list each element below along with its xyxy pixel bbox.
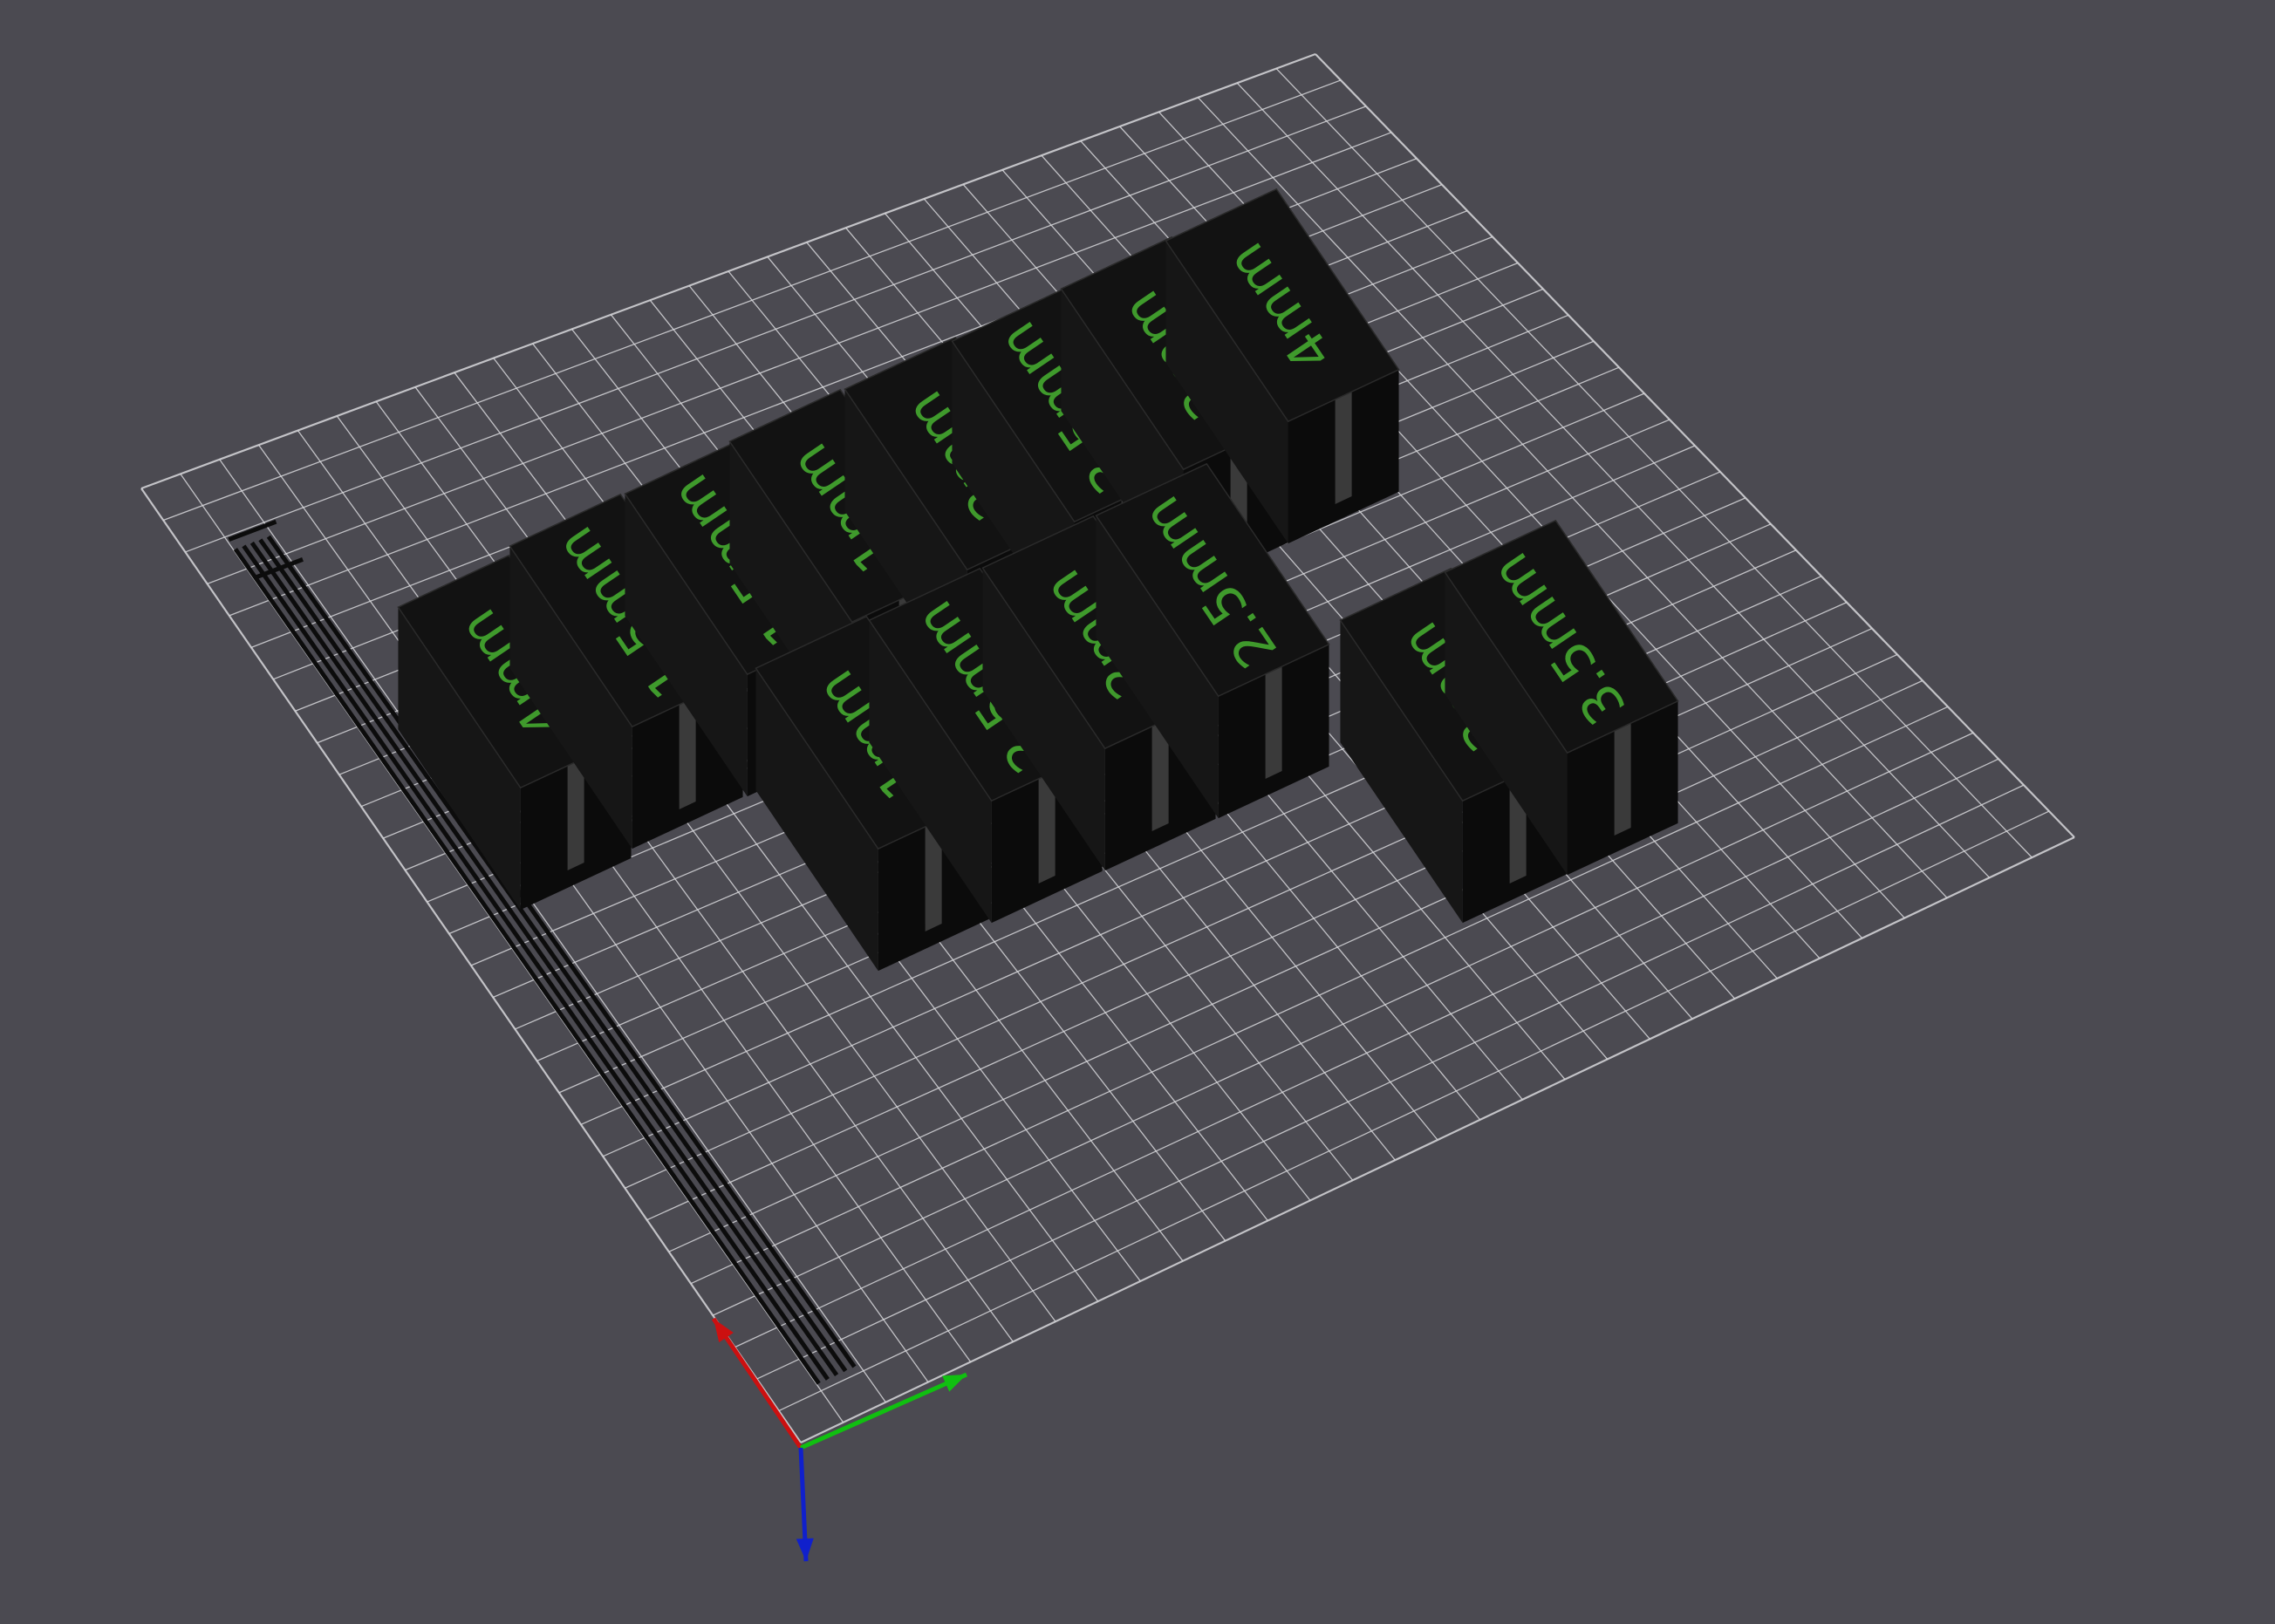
y-axis-arrow-head [942, 1375, 967, 1392]
part-slot [1335, 392, 1352, 504]
part-slot [567, 758, 584, 870]
build-plate-scene[interactable]: 4mm1.5mm1.5mm1mm2mm3.5mm3mm4mm1mm2.5mm2m… [0, 0, 2275, 1624]
x-axis-arrow-head [714, 1319, 734, 1343]
part-slot [1265, 666, 1282, 779]
parts-group: 4mm1.5mm1.5mm1mm2mm3.5mm3mm4mm1mm2.5mm2m… [397, 188, 1679, 972]
3d-viewport[interactable]: 4mm1.5mm1.5mm1mm2mm3.5mm3mm4mm1mm2.5mm2m… [0, 0, 2275, 1624]
axis-gizmo [711, 1317, 968, 1562]
z-axis-arrow-head [796, 1538, 814, 1561]
part-slot [1614, 723, 1631, 836]
y-axis-arrow-shaft [799, 1372, 968, 1450]
